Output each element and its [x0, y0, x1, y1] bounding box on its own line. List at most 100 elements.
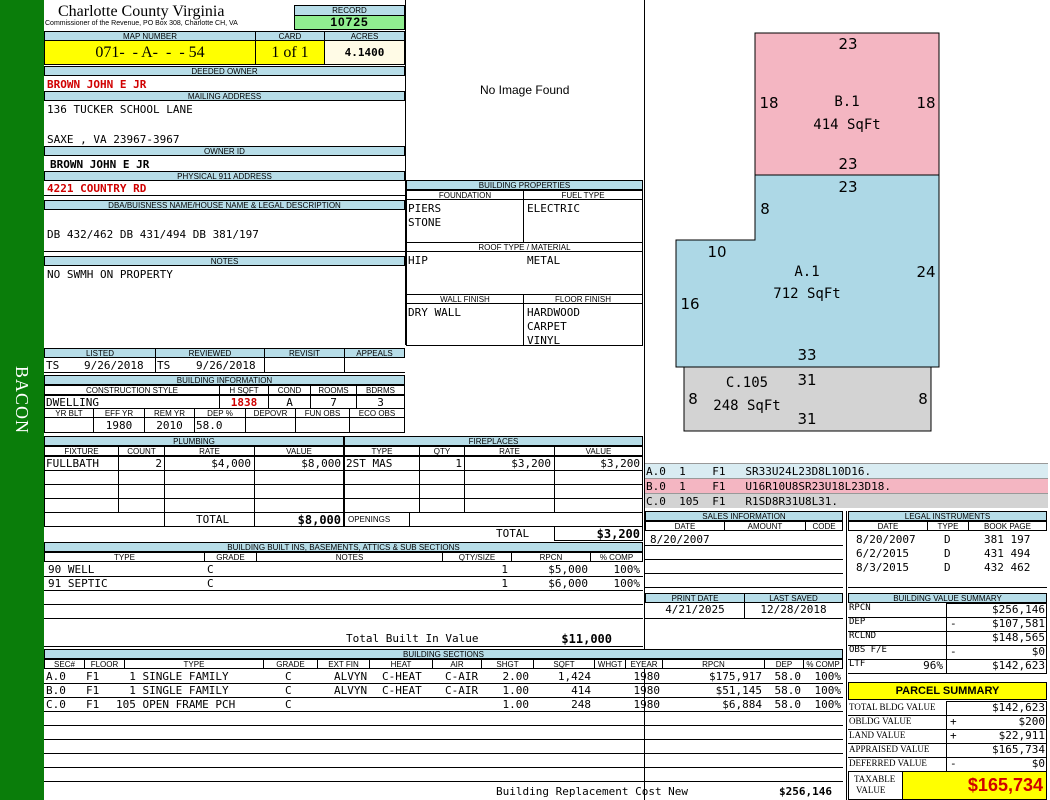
parcel-label: TOTAL BLDG VALUE [849, 702, 936, 712]
address-911-value: 4221 COUNTRY RD [47, 182, 147, 195]
dim-a-bottom: 33 [797, 346, 816, 364]
divider [349, 418, 350, 433]
parcel-label: DEFERRED VALUE [849, 758, 927, 768]
bvs-value-box [946, 603, 1047, 618]
bvs-value-box [946, 617, 1047, 632]
parcel-summary-title: PARCEL SUMMARY [848, 682, 1047, 700]
owner-id-value: BROWN JOHN E JR [50, 158, 150, 171]
built-in-grade: C [207, 563, 214, 576]
sections-col-type: TYPE [124, 659, 264, 669]
divider [44, 372, 405, 373]
dim-c-top: 31 [797, 371, 816, 389]
section-dep: 58.0 [774, 684, 802, 697]
bvs-label: LTF [849, 659, 866, 669]
last-saved-header: LAST SAVED [744, 593, 843, 603]
divider [245, 418, 246, 433]
dim-b-top: 23 [838, 35, 857, 53]
divider [44, 195, 405, 196]
plumbing-box [44, 456, 344, 527]
building-info-box [44, 395, 405, 433]
fireplaces-box [344, 456, 643, 527]
section-air: C-AIR [445, 684, 479, 697]
sales-col-amount: AMOUNT [724, 521, 806, 531]
cond-header: COND [268, 385, 311, 395]
section-sqft: 414 [571, 684, 591, 697]
section-ext: ALVYN [334, 684, 368, 697]
section-sec: C.0 [46, 698, 66, 711]
section-heat: C-HEAT [382, 684, 422, 697]
divider [744, 603, 745, 618]
divider [155, 357, 156, 372]
built-in-qty: 1 [501, 563, 508, 576]
section-sec: B.0 [46, 684, 66, 697]
building-sketch: B.1 414 SqFt A.1 712 SqFt C.105 248 SqFt… [675, 32, 940, 432]
legal-date: 6/2/2015 [856, 547, 909, 560]
section-eyear: 1980 [633, 684, 661, 697]
record-value: 10725 [294, 15, 405, 30]
divider [44, 725, 843, 726]
divider [295, 418, 296, 433]
divider [44, 767, 843, 768]
section-rpcn: $175,917 [709, 670, 762, 683]
no-image-text: No Image Found [480, 83, 570, 97]
section-air: C-AIR [445, 670, 479, 683]
built-ins-col-notes: NOTES [256, 552, 443, 562]
parcel-label: LAND VALUE [849, 730, 906, 740]
section-comp: 100% [814, 670, 842, 683]
divider [44, 697, 843, 698]
mailing-address-header: MAILING ADDRESS [44, 91, 405, 101]
divider [645, 559, 843, 560]
notes-value: NO SWMH ON PROPERTY [47, 268, 173, 281]
section-grade: C [285, 684, 292, 697]
acres-value: 4.1400 [324, 40, 405, 65]
legal-col-date: DATE [848, 521, 928, 531]
built-ins-total: $11,000 [561, 632, 612, 646]
legal-col-book: BOOK PAGE [968, 521, 1047, 531]
parcel-value-box [946, 715, 1047, 730]
built-in-comp: 100% [613, 577, 641, 590]
divider [194, 418, 195, 433]
fireplaces-col-value: VALUE [554, 446, 643, 456]
owner-id-header: OWNER ID [44, 146, 405, 156]
plumbing-col-value: VALUE [254, 446, 344, 456]
built-ins-col-grade: GRADE [204, 552, 257, 562]
side-label: BACON [12, 365, 32, 434]
sections-col-air: AIR [432, 659, 482, 669]
divider [93, 418, 94, 433]
reviewed-by: TS [157, 359, 171, 372]
bvs-label: RPCN [849, 603, 871, 613]
last-saved-value: 12/28/2018 [760, 603, 827, 616]
print-date-value: 4/21/2025 [665, 603, 725, 616]
sections-col-grade: GRADE [263, 659, 318, 669]
county-name: Charlotte County Virginia [58, 3, 225, 20]
fireplaces-header: FIREPLACES [344, 436, 643, 446]
divider [44, 683, 843, 684]
taxable-label-box [848, 771, 903, 800]
built-in-type: 90 WELL [48, 563, 95, 576]
divider [44, 646, 643, 647]
legal-book: 432 462 [984, 561, 1031, 574]
legal-date: 8/20/2007 [856, 533, 916, 546]
divider [44, 753, 843, 754]
sections-col-comp: % COMP [803, 659, 843, 669]
sections-total-label: Building Replacement Cost New [496, 785, 689, 798]
card-value: 1 of 1 [255, 40, 325, 65]
sketch-label-c-name: C.105 [726, 375, 768, 391]
parcel-label: APPRAISED VALUE [849, 744, 930, 754]
sales-header: SALES INFORMATION [645, 511, 843, 521]
plumbing-col-count: COUNT [118, 446, 165, 456]
divider [44, 251, 405, 252]
dim-b-left: 18 [759, 94, 778, 112]
divider [44, 590, 643, 591]
divider [219, 395, 220, 408]
sales-col-date: DATE [645, 521, 725, 531]
dba-value: DB 432/462 DB 431/494 DB 381/197 [47, 228, 259, 241]
section-ext: ALVYN [334, 670, 368, 683]
bvs-value-box [946, 631, 1047, 646]
construction-style-header: CONSTRUCTION STYLE [44, 385, 220, 395]
dim-b-bottom: 23 [838, 155, 857, 173]
rooms-header: ROOMS [310, 385, 357, 395]
sections-col-whgt: WHGT [594, 659, 626, 669]
mailing-line2: SAXE , VA 23967-3967 [47, 133, 180, 146]
divider [44, 739, 843, 740]
